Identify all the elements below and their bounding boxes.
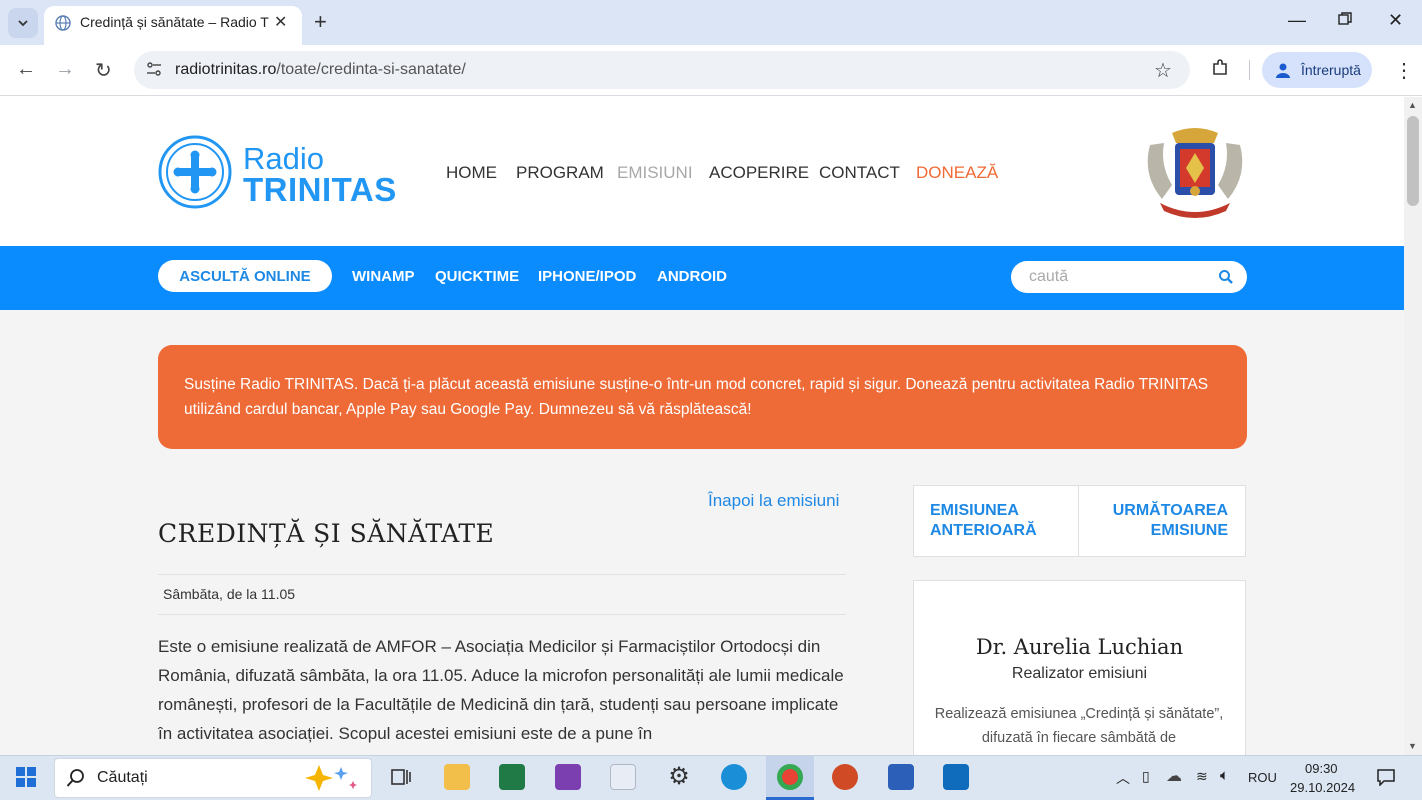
nav-home[interactable]: HOME xyxy=(446,163,497,183)
tab-search-button[interactable] xyxy=(8,8,38,38)
scroll-up-icon[interactable]: ▲ xyxy=(1408,100,1417,110)
profile-label: Întreruptă xyxy=(1301,62,1361,78)
restore-icon[interactable] xyxy=(1338,10,1352,31)
device-icon[interactable]: ▯ xyxy=(1142,768,1150,785)
file-explorer-icon[interactable] xyxy=(444,764,470,790)
onedrive-cloud-icon[interactable]: ☁ xyxy=(1166,766,1182,786)
schedule-text: Sâmbăta, de la 11.05 xyxy=(163,586,296,602)
outlook-icon[interactable] xyxy=(943,764,969,790)
more-menu-icon[interactable]: ⋮ xyxy=(1394,58,1414,83)
patriarchate-crest-icon xyxy=(1147,128,1243,218)
new-tab-icon[interactable]: + xyxy=(314,9,327,35)
settings-gear-icon[interactable]: ⚙ xyxy=(666,764,692,790)
previous-show-link[interactable]: EMISIUNEA ANTERIOARĂ xyxy=(930,501,1037,541)
previous-show-label-1: EMISIUNEA xyxy=(930,502,1019,519)
player-link-android[interactable]: ANDROID xyxy=(657,268,727,285)
host-bio: Realizează emisiunea „Credință și sănăta… xyxy=(934,706,1224,746)
previous-show-label-2: ANTERIOARĂ xyxy=(930,522,1037,539)
tray-expand-icon[interactable]: ︿ xyxy=(1116,768,1130,788)
reload-icon[interactable]: ↻ xyxy=(95,58,112,83)
language-indicator[interactable]: ROU xyxy=(1248,770,1277,785)
toolbar-divider xyxy=(1249,60,1250,80)
host-role: Realizator emisiuni xyxy=(1011,665,1148,682)
show-description: Este o emisiune realizată de AMFOR – Aso… xyxy=(158,637,844,743)
wifi-icon[interactable]: ≋ xyxy=(1196,768,1208,785)
show-navigation-divider xyxy=(1078,485,1079,557)
word-icon[interactable] xyxy=(888,764,914,790)
scrollbar-thumb[interactable] xyxy=(1407,116,1419,206)
windows-start-icon[interactable] xyxy=(16,767,36,787)
onenote-icon[interactable] xyxy=(555,764,581,790)
forward-icon[interactable]: → xyxy=(55,58,75,81)
url-text: radiotrinitas.ro/toate/credinta-si-sanat… xyxy=(175,61,466,78)
clock-time[interactable]: 09:30 xyxy=(1305,761,1338,776)
player-link-quicktime[interactable]: QUICKTIME xyxy=(435,268,519,285)
next-show-label-2: EMISIUNE xyxy=(1150,522,1228,539)
edge-browser-icon[interactable] xyxy=(721,764,747,790)
next-show-label-1: URMĂTOAREA xyxy=(1112,502,1228,519)
logo-text-trinitas: TRINITAS xyxy=(243,171,397,208)
volume-icon[interactable]: 🔈︎ xyxy=(1220,767,1229,784)
powerpoint-icon[interactable] xyxy=(832,764,858,790)
task-view-icon[interactable] xyxy=(388,764,414,790)
next-show-link[interactable]: URMĂTOAREA EMISIUNE xyxy=(1090,501,1228,541)
copilot-sparkle-icon xyxy=(305,765,357,791)
close-window-icon[interactable]: ✕ xyxy=(1388,10,1403,31)
excel-icon[interactable] xyxy=(499,764,525,790)
globe-icon xyxy=(55,15,71,31)
chrome-browser-icon[interactable] xyxy=(777,764,803,790)
donate-banner-text: Susține Radio TRINITAS. Dacă ți-a plăcut… xyxy=(184,376,1209,418)
scroll-down-icon[interactable]: ▼ xyxy=(1408,741,1417,751)
site-search-input[interactable] xyxy=(1027,267,1207,287)
host-name: Dr. Aurelia Luchian xyxy=(975,635,1184,659)
chevron-down-icon xyxy=(18,20,28,27)
listen-online-button[interactable]: ASCULTĂ ONLINE xyxy=(158,260,332,292)
minimize-icon[interactable]: — xyxy=(1288,10,1306,31)
site-info-icon[interactable] xyxy=(146,61,162,77)
person-icon xyxy=(1276,63,1290,78)
search-icon[interactable] xyxy=(1218,269,1234,285)
page-title: CREDINȚĂ ȘI SĂNĂTATE xyxy=(158,519,495,548)
bookmark-star-icon[interactable]: ☆ xyxy=(1154,58,1172,83)
microsoft-store-icon[interactable] xyxy=(610,764,636,790)
nav-acoperire[interactable]: ACOPERIRE xyxy=(709,163,809,183)
extensions-icon[interactable] xyxy=(1210,58,1230,78)
player-link-iphone[interactable]: IPHONE/IPOD xyxy=(538,268,636,285)
nav-program[interactable]: PROGRAM xyxy=(516,163,604,183)
clock-date[interactable]: 29.10.2024 xyxy=(1290,780,1355,795)
taskbar-search-label: Căutați xyxy=(97,769,148,786)
search-icon xyxy=(66,769,84,787)
nav-contact[interactable]: CONTACT xyxy=(819,163,900,183)
notification-icon[interactable] xyxy=(1376,768,1396,786)
back-to-shows-link[interactable]: Înapoi la emisiuni xyxy=(708,491,839,511)
nav-emisiuni[interactable]: EMISIUNI xyxy=(617,163,693,183)
tab-title: Credință și sănătate – Radio TRI xyxy=(80,14,270,30)
radio-trinitas-logo-icon[interactable] xyxy=(158,135,232,209)
close-tab-icon[interactable]: ✕ xyxy=(274,12,287,32)
nav-doneaza[interactable]: DONEAZĂ xyxy=(916,163,998,183)
back-icon[interactable]: ← xyxy=(16,58,36,81)
player-link-winamp[interactable]: WINAMP xyxy=(352,268,415,285)
web-page: Radio TRINITAS HOME PROGRAM EMISIUNI ACO… xyxy=(0,97,1404,755)
